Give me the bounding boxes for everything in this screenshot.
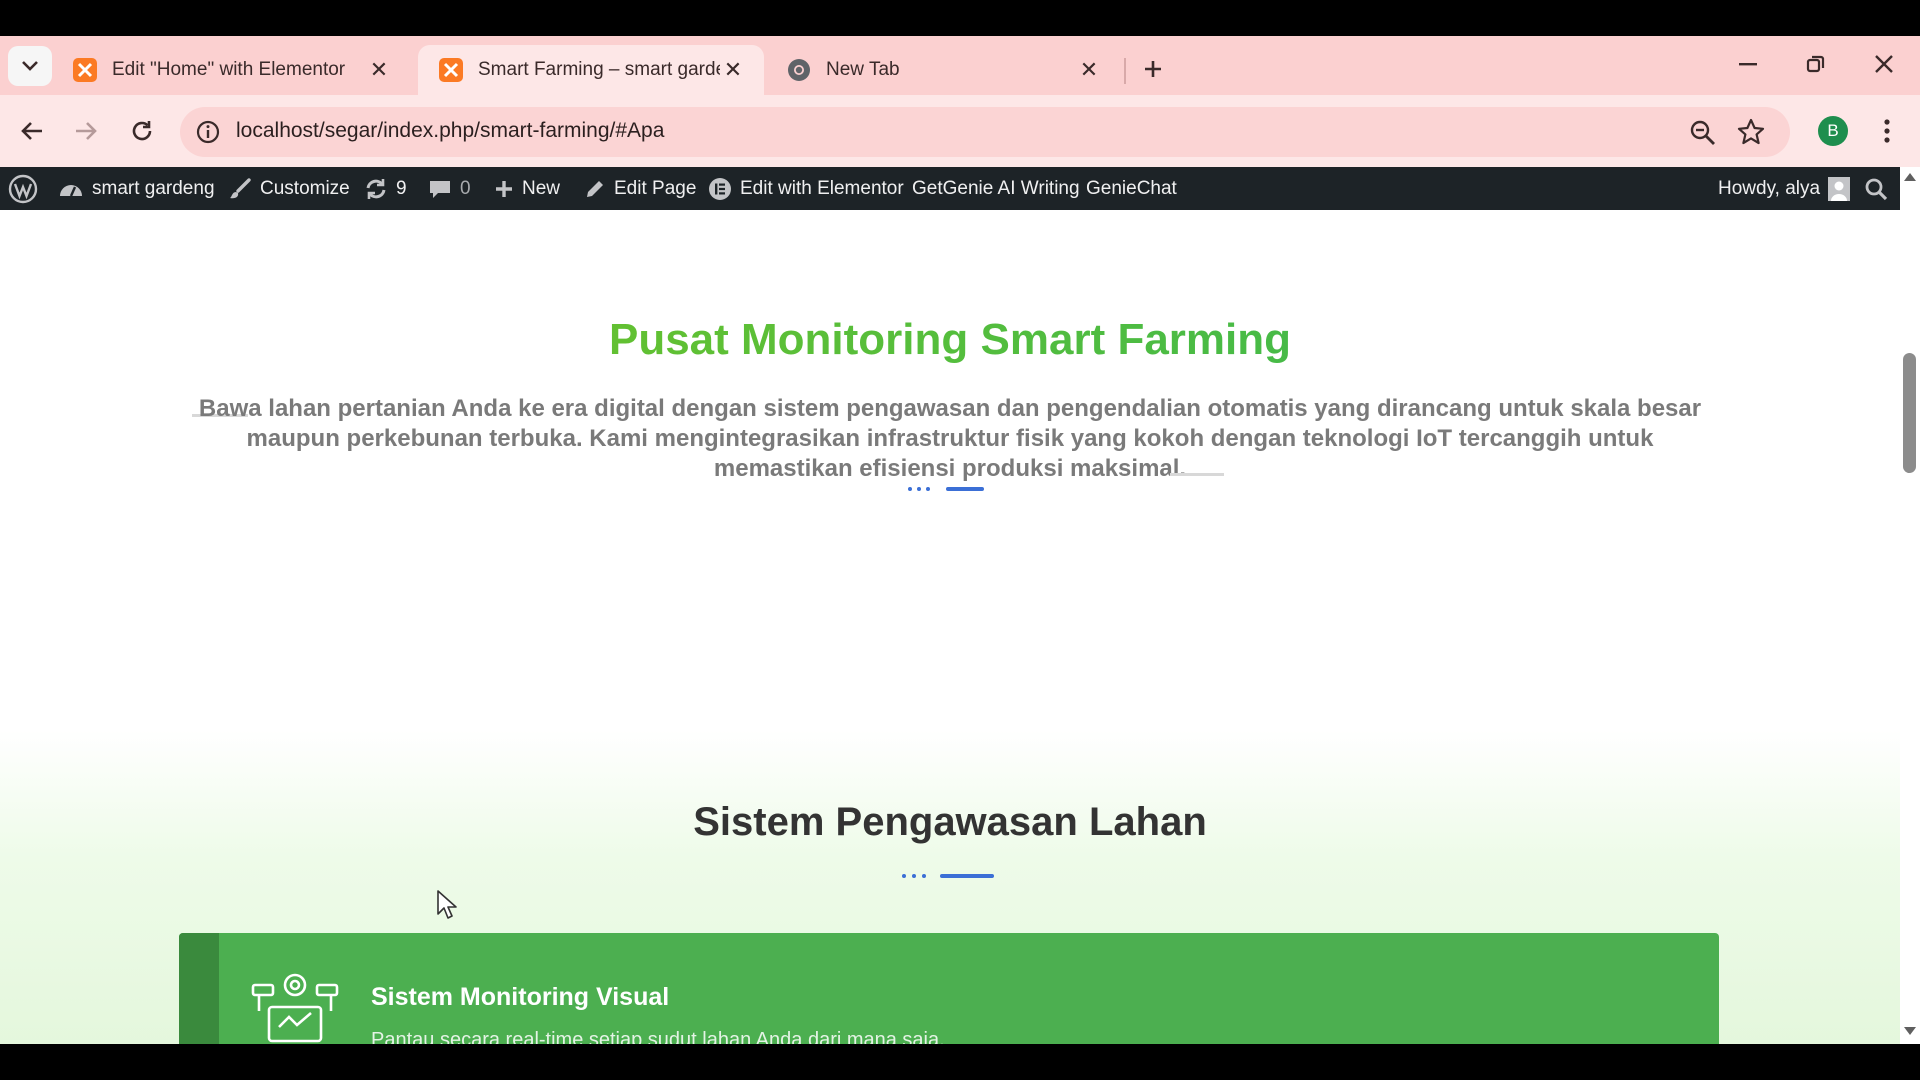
howdy-label: Howdy, alya [1718,177,1821,199]
pencil-icon [587,180,603,197]
card-description: Pantau secara real-time setiap sudut lah… [371,1029,945,1044]
url-text[interactable]: localhost/segar/index.php/smart-farming/… [236,119,664,143]
brush-icon [230,177,251,198]
forward-button[interactable] [66,111,106,151]
new-tab-button[interactable] [1136,52,1170,86]
wordpress-icon [8,174,38,203]
wp-site-name[interactable]: smart gardeng [58,167,215,210]
wp-edit-with-elementor[interactable]: Edit with Elementor [708,167,904,210]
arrow-right-icon [76,122,97,140]
mouse-pointer-icon [437,890,457,919]
updates-count: 9 [396,177,407,199]
section-divider [902,874,994,880]
close-window-button[interactable] [1856,44,1912,84]
reload-icon [132,121,152,141]
restore-button[interactable] [1788,44,1844,84]
more-vert-icon [1884,119,1890,143]
wp-admin-bar: smart gardeng Customize 9 0 New Edit Pag… [0,167,1920,210]
user-avatar-icon [1828,176,1851,201]
info-icon[interactable] [194,118,222,146]
feature-card[interactable]: Sistem Monitoring Visual Pantau secara r… [179,933,1719,1044]
page-viewport: Pusat Monitoring Smart Farming Bawa laha… [0,210,1900,1044]
tab-smart-farming[interactable]: Smart Farming – smart gardeng ✕ [418,45,764,95]
tab-new-tab[interactable]: New Tab ✕ [766,45,1120,95]
xampp-icon [438,57,464,83]
cctv-monitor-icon [251,973,339,1043]
hero-divider [908,487,988,493]
edit-with-elementor-label: Edit with Elementor [740,177,904,199]
back-button[interactable] [12,111,52,151]
wp-comments[interactable]: 0 [428,167,471,210]
chevron-down-icon [22,61,38,71]
getgenie-label: GetGenie AI Writing [912,177,1080,199]
site-name-label: smart gardeng [92,177,215,199]
comments-count: 0 [460,177,471,199]
tab-separator [1124,58,1126,84]
close-icon [1875,55,1893,73]
card-title: Sistem Monitoring Visual [371,983,670,1011]
wp-geniechat[interactable]: GenieChat [1086,167,1177,210]
scroll-up-arrow-icon[interactable] [1904,173,1916,181]
screen: Edit "Home" with Elementor ✕ Smart Farmi… [0,0,1920,1080]
updates-icon [366,178,386,199]
scroll-down-arrow-icon[interactable] [1904,1027,1916,1035]
wp-my-account[interactable]: Howdy, alya [1718,167,1851,210]
arrow-left-icon [21,122,42,140]
comment-icon [430,180,450,198]
close-icon[interactable]: ✕ [720,57,746,83]
plus-icon [1145,61,1161,77]
decorative-line [1170,473,1224,476]
tab-edit-home[interactable]: Edit "Home" with Elementor ✕ [52,45,410,95]
reload-button[interactable] [122,111,162,151]
customize-label: Customize [260,177,350,199]
scrollbar-thumb[interactable] [1903,353,1916,473]
geniechat-label: GenieChat [1086,177,1177,199]
bookmark-star-icon[interactable] [1736,117,1766,147]
hero-title: Pusat Monitoring Smart Farming [0,315,1900,365]
zoom-out-icon[interactable] [1688,118,1718,148]
tab-title: Smart Farming – smart gardeng [478,59,720,80]
wp-logo-menu[interactable] [8,167,46,210]
browser-menu-button[interactable] [1872,113,1902,149]
profile-avatar[interactable]: B [1818,116,1848,146]
minimize-icon [1739,63,1757,66]
card-accent [179,933,219,1044]
elementor-icon [709,177,731,200]
wp-updates[interactable]: 9 [364,167,407,210]
page-scrollbar[interactable] [1900,167,1920,1044]
xampp-icon [72,57,98,83]
edit-page-label: Edit Page [614,177,697,199]
chrome-icon [786,57,812,83]
close-icon[interactable]: ✕ [1076,57,1102,83]
tab-title: New Tab [826,59,900,80]
plus-icon [496,180,512,197]
hero-description: Bawa lahan pertanian Anda ke era digital… [198,395,1702,482]
wp-customize[interactable]: Customize [228,167,350,210]
new-label: New [522,177,561,199]
tab-title: Edit "Home" with Elementor [112,59,346,80]
section-title: Sistem Pengawasan Lahan [693,800,1207,844]
search-icon [1865,178,1888,200]
close-icon[interactable]: ✕ [366,57,392,83]
wp-new-content[interactable]: New [494,167,560,210]
minimize-button[interactable] [1720,44,1776,84]
browser-toolbar: localhost/segar/index.php/smart-farming/… [0,95,1920,167]
restore-icon [1806,55,1825,73]
address-bar[interactable]: localhost/segar/index.php/smart-farming/… [180,107,1790,157]
tab-strip: Edit "Home" with Elementor ✕ Smart Farmi… [0,36,1920,95]
tab-search-button[interactable] [8,46,52,86]
dashboard-icon [60,184,82,196]
wp-getgenie[interactable]: GetGenie AI Writing [912,167,1080,210]
wp-search[interactable] [1864,167,1896,210]
wp-edit-page[interactable]: Edit Page [584,167,696,210]
